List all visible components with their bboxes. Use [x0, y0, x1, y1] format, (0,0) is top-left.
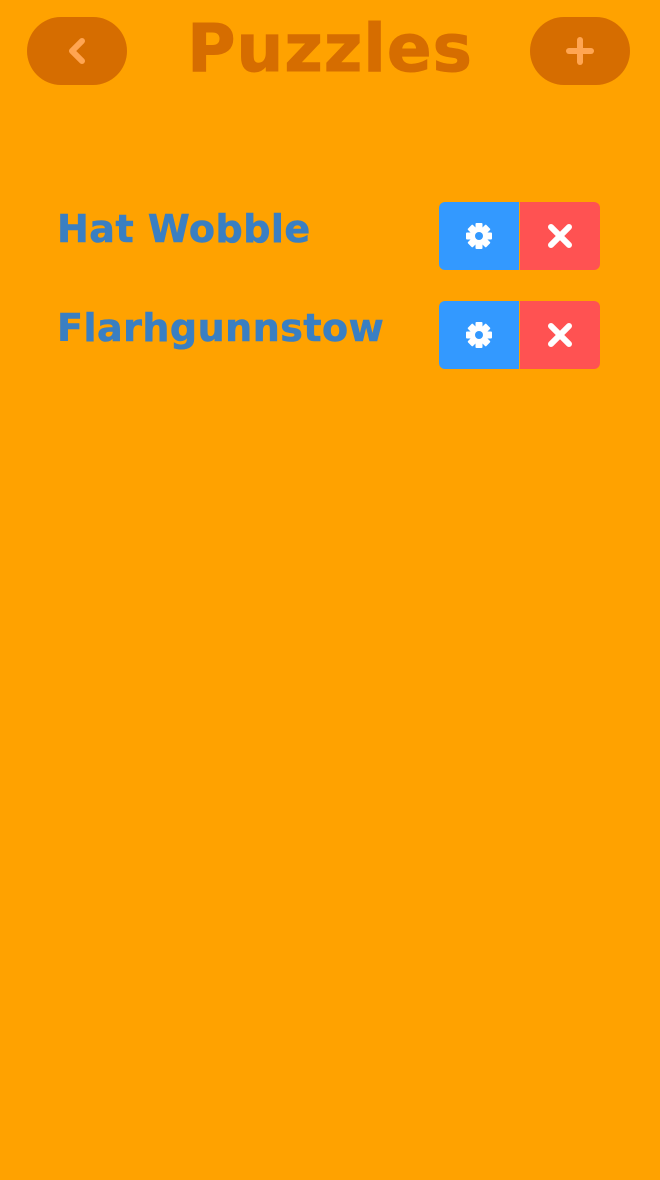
puzzle-name[interactable]: Flarhgunnstow — [57, 301, 384, 355]
chevron-left-icon — [65, 37, 89, 65]
puzzle-name[interactable]: Hat Wobble — [57, 202, 311, 256]
page-title: Puzzles — [187, 10, 473, 88]
puzzle-delete-button[interactable] — [520, 301, 600, 369]
close-icon — [547, 322, 573, 348]
gear-icon — [464, 320, 494, 350]
puzzle-list: Hat Wobble Flarhgunnstow — [0, 202, 660, 400]
plus-icon — [566, 37, 594, 65]
puzzle-settings-button[interactable] — [439, 202, 519, 270]
puzzle-delete-button[interactable] — [520, 202, 600, 270]
puzzle-settings-button[interactable] — [439, 301, 519, 369]
back-button[interactable] — [27, 17, 127, 85]
close-icon — [547, 223, 573, 249]
gear-icon — [464, 221, 494, 251]
add-puzzle-button[interactable] — [530, 17, 630, 85]
list-item: Hat Wobble — [0, 202, 660, 270]
list-item: Flarhgunnstow — [0, 301, 660, 369]
